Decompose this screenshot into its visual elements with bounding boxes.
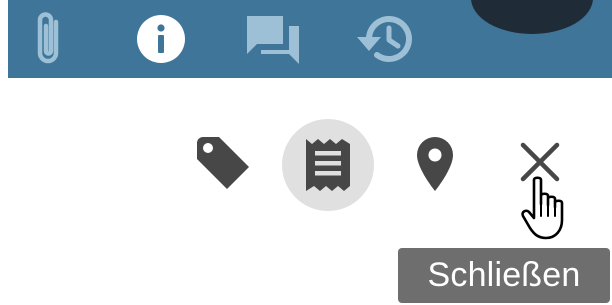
tag-icon — [197, 137, 249, 189]
close-button[interactable] — [512, 134, 568, 190]
history-icon — [357, 16, 412, 62]
tab-info[interactable] — [128, 6, 194, 72]
tab-comments[interactable] — [240, 6, 306, 72]
tab-history[interactable] — [350, 6, 416, 72]
paperclip-icon — [37, 12, 59, 64]
comments-icon — [247, 16, 299, 64]
location-pin-icon — [417, 137, 453, 191]
sidebar-toolbar — [8, 0, 612, 78]
document-icon — [306, 139, 350, 191]
close-icon — [520, 142, 560, 182]
tooltip: Schließen — [398, 248, 610, 303]
avatar[interactable] — [471, 0, 593, 34]
document-button[interactable] — [282, 119, 374, 211]
location-button[interactable] — [405, 128, 465, 200]
tag-button[interactable] — [188, 128, 260, 200]
info-icon — [137, 15, 185, 63]
tab-attachments[interactable] — [22, 6, 74, 72]
